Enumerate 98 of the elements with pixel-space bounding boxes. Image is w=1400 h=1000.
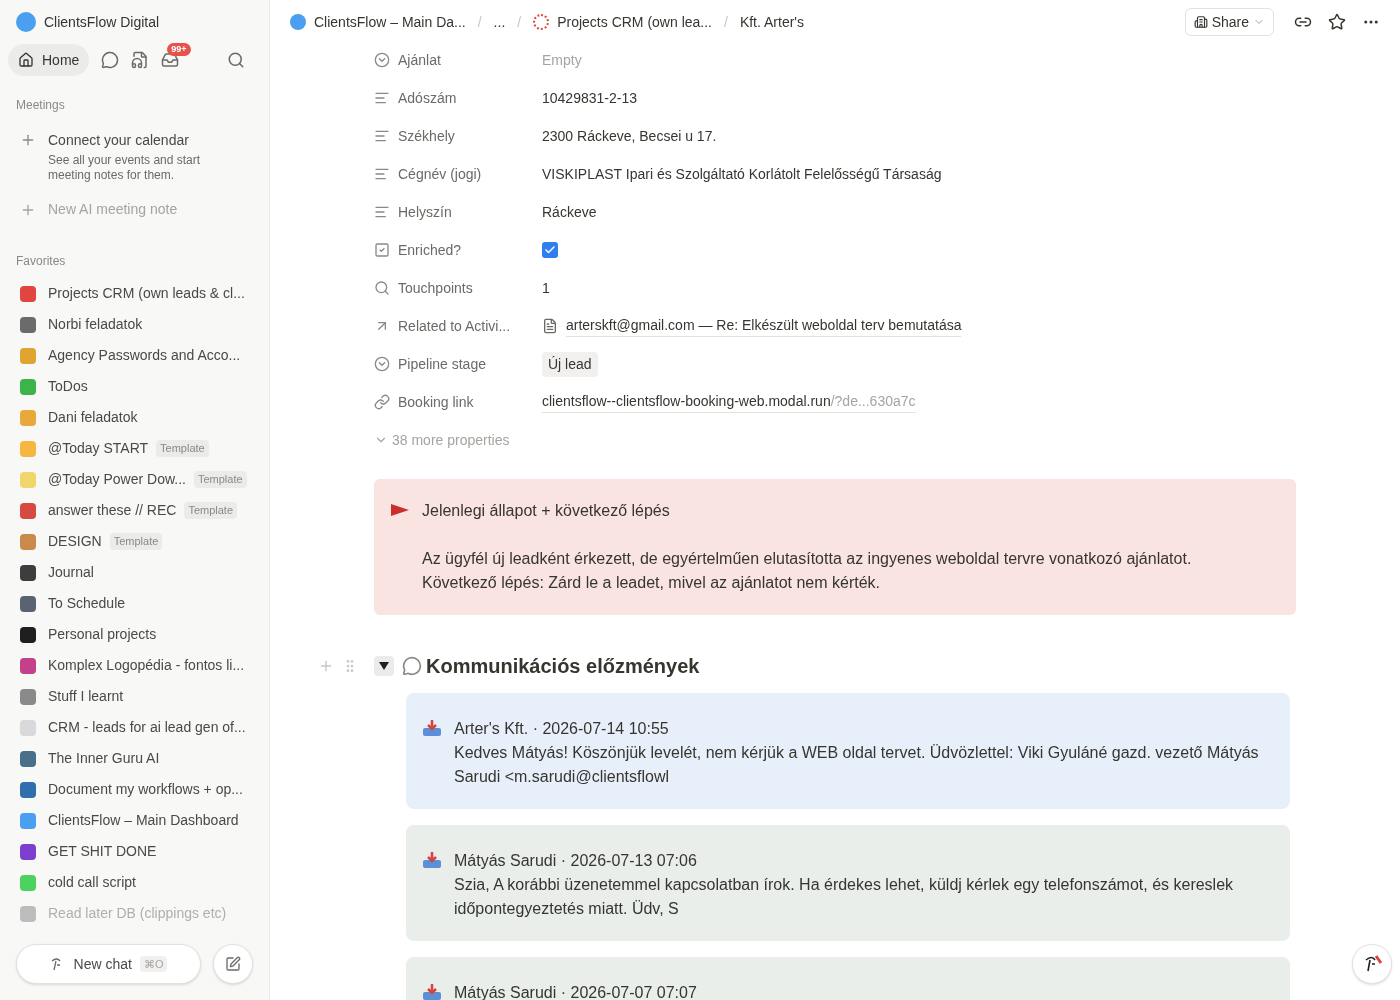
inbox-tray-icon <box>422 719 442 737</box>
sidebar-item[interactable]: ClientsFlow – Main Dashboard <box>48 810 239 831</box>
booking-link[interactable]: clientsflow--clientsflow-booking-web.modal.run <box>542 391 831 412</box>
speech-bubble-icon <box>402 656 422 676</box>
sidebar-item[interactable]: DESIGN <box>48 531 102 552</box>
notification-badge: 99+ <box>167 43 191 56</box>
workspace-logo <box>16 12 36 32</box>
sidebar-item[interactable]: cold call script <box>48 872 136 893</box>
inbox-tray-icon <box>422 983 442 1000</box>
property-value[interactable]: 10429831-2-13 <box>542 87 637 109</box>
property-name[interactable]: Ajánlat <box>398 49 441 71</box>
message-text: Szia, A korábbi üzenetemmel kapcsolatban írok. Ha érdekes lehet, küldj kérlek egy telefonszámot, és kereslek időpontegyeztetés miatt. Üdv, S <box>454 875 1235 919</box>
property-name[interactable]: Székhely <box>398 125 455 147</box>
dropdown-circle-icon <box>374 52 390 68</box>
callout-text: Az ügyfél új leadként érkezett, de egyértelműen elutasította az ingyenes weboldal tervre vonatkozó ajánlatot. Következő lépés: Zárd le a leadet, mivel az ajánlatot nem kérték. <box>422 549 1192 593</box>
share-button[interactable]: Share <box>1184 8 1274 36</box>
property-value[interactable]: 2300 Ráckeve, Becsei u 17. <box>542 125 717 147</box>
template-tag: Template <box>184 502 238 519</box>
breadcrumb-separator: / <box>724 12 728 32</box>
property-name[interactable]: Touchpoints <box>398 277 473 299</box>
sidebar-item[interactable]: @Today START <box>48 438 149 459</box>
plus-icon <box>20 132 36 148</box>
text-lines-icon <box>374 90 390 106</box>
chat-icon[interactable] <box>101 51 120 69</box>
breadcrumb[interactable]: Kft. Arter's <box>739 11 805 33</box>
triangle-icon <box>379 661 389 671</box>
property-name[interactable]: Booking link <box>398 391 474 413</box>
sidebar-item[interactable]: Projects CRM (own leads & cl... <box>48 283 245 304</box>
callout-title: Jelenlegi állapot + következő lépés <box>422 501 671 521</box>
check-icon <box>544 244 556 256</box>
template-tag: Template <box>193 471 247 488</box>
sidebar-item[interactable]: @Today Power Dow... <box>48 469 186 490</box>
text-lines-icon <box>374 166 390 182</box>
property-value[interactable]: VISKIPLAST Ipari és Szolgáltató Korlátolt Felelősségű Társaság <box>542 163 942 185</box>
template-tag: Template <box>109 533 163 550</box>
page-logo <box>290 14 306 30</box>
message-header: Mátyás Sarudi · 2026-07-13 07:06 <box>454 851 698 871</box>
star-icon[interactable] <box>1328 13 1346 31</box>
property-name[interactable]: Related to Activi... <box>398 315 511 337</box>
sidebar-item[interactable]: Dani feladatok <box>48 407 138 428</box>
home-icon <box>18 52 34 68</box>
new-chat-button[interactable]: New chat ⌘O <box>16 944 201 984</box>
sidebar-item[interactable]: Komplex Logopédia - fontos li... <box>48 655 245 676</box>
sidebar-item[interactable]: ToDos <box>48 376 88 397</box>
inbox-tray-icon <box>422 851 442 869</box>
toggle-heading: Kommunikációs előzmények <box>426 654 700 679</box>
text-lines-icon <box>374 128 390 144</box>
connect-calendar-link[interactable]: Connect your calendar <box>48 130 218 151</box>
building-icon <box>1193 15 1208 29</box>
toggle-button[interactable] <box>374 656 394 676</box>
property-name[interactable]: Helyszín <box>398 201 452 223</box>
search-icon <box>374 280 390 296</box>
template-tag: Template <box>156 440 209 457</box>
compose-icon <box>225 956 241 972</box>
section-heading: Meetings <box>15 97 66 114</box>
inbox-icon[interactable] <box>161 51 180 69</box>
sidebar-item[interactable]: GET SHIT DONE <box>48 841 157 862</box>
section-heading: Favorites <box>15 253 67 270</box>
dropdown-circle-icon <box>374 356 390 372</box>
link-suffix: /?de...630a7c <box>830 392 916 411</box>
breadcrumb[interactable]: ... <box>493 11 506 33</box>
search-icon[interactable] <box>227 51 245 69</box>
property-value[interactable]: Ráckeve <box>542 201 597 223</box>
sidebar-item[interactable]: Journal <box>48 562 94 583</box>
ai-assistant-button[interactable] <box>1352 944 1392 984</box>
sidebar-item[interactable]: CRM - leads for ai lead gen of... <box>48 717 246 738</box>
home-button[interactable]: Home <box>8 44 90 76</box>
property-name[interactable]: Pipeline stage <box>398 353 486 375</box>
property-value[interactable]: 1 <box>542 277 550 299</box>
workspace-name[interactable]: ClientsFlow Digital <box>44 11 160 33</box>
message-text: Kedves Mátyás! Köszönjük levelét, nem kérjük a WEB oldal tervet. Üdvözlettel: Viki Gyuláné gazd. vezető Mátyás Sarudi <m.sarudi@clientsflowl <box>454 743 1260 787</box>
compose-button[interactable] <box>213 944 253 984</box>
sidebar-item[interactable]: The Inner Guru AI <box>48 748 160 769</box>
page-logo <box>533 14 550 30</box>
sidebar-item[interactable]: Stuff I learnt <box>48 686 124 707</box>
breadcrumb-separator: / <box>517 12 522 32</box>
relation-link[interactable]: arterskft@gmail.com — Re: Elkészült weboldal terv bemutatása <box>566 315 962 337</box>
sidebar-item[interactable]: To Schedule <box>48 593 126 614</box>
page-icon <box>542 318 558 334</box>
link-icon <box>374 394 390 410</box>
sidebar-item[interactable]: Personal projects <box>48 624 157 645</box>
breadcrumb-separator: / <box>477 12 482 32</box>
breadcrumb[interactable]: ClientsFlow – Main Da... <box>314 11 466 33</box>
breadcrumb[interactable]: Projects CRM (own lea... <box>557 11 712 33</box>
property-name[interactable]: Cégnév (jogi) <box>398 163 482 185</box>
status-tag[interactable]: Új lead <box>542 351 598 377</box>
property-name[interactable]: Enriched? <box>398 239 462 261</box>
text-lines-icon <box>374 204 390 220</box>
property-name[interactable]: Adószám <box>398 87 457 109</box>
message-header: Arter's Kft. · 2026-07-14 10:55 <box>454 719 670 739</box>
sidebar-item[interactable]: Agency Passwords and Acco... <box>48 345 241 366</box>
flag-icon <box>390 503 410 517</box>
checkbox[interactable] <box>542 242 558 258</box>
sidebar-item[interactable]: answer these // REC <box>48 500 177 521</box>
connect-description: See all your events and start meeting notes for them. <box>48 153 202 183</box>
sidebar-item[interactable]: Norbi feladatok <box>48 314 143 335</box>
checkbox-icon <box>374 242 390 258</box>
sidebar-item[interactable]: Document my workflows + op... <box>48 779 243 800</box>
